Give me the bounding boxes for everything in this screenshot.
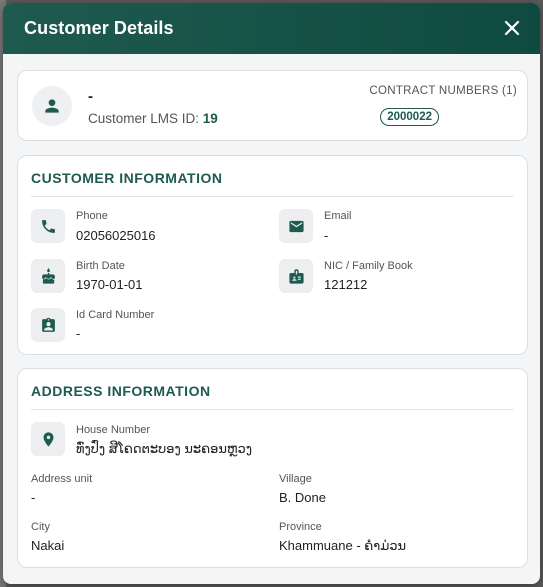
birth-date-icon-box bbox=[31, 259, 65, 293]
phone-value: 02056025016 bbox=[76, 228, 156, 243]
customer-name: - bbox=[88, 88, 93, 105]
address-information-card: ADDRESS INFORMATION House Number ທົ່ງປົ່… bbox=[17, 368, 528, 568]
village-label: Village bbox=[279, 473, 312, 485]
house-number-value: ທົ່ງປົ່ງ ສີໂຄດຕະບອງ ນະຄອນຫຼວງ bbox=[76, 441, 253, 456]
city-label: City bbox=[31, 521, 50, 533]
house-number-icon-box bbox=[31, 422, 65, 456]
birth-date-label: Birth Date bbox=[76, 260, 125, 272]
id-card-value: - bbox=[76, 326, 81, 341]
lms-id-value: 19 bbox=[202, 111, 218, 126]
city-value: Nakai bbox=[31, 538, 65, 553]
contract-number-badge[interactable]: 2000022 bbox=[380, 108, 439, 126]
address-unit-label: Address unit bbox=[31, 473, 93, 485]
address-information-heading: ADDRESS INFORMATION bbox=[31, 383, 514, 410]
close-button[interactable] bbox=[500, 17, 524, 41]
nic-label: NIC / Family Book bbox=[324, 260, 413, 272]
birth-date-value: 1970-01-01 bbox=[76, 277, 143, 292]
email-value: - bbox=[324, 228, 329, 243]
lms-label: Customer LMS ID: bbox=[88, 111, 203, 126]
dialog-header: Customer Details bbox=[3, 3, 540, 54]
location-pin-icon bbox=[43, 431, 53, 447]
village-value: B. Done bbox=[279, 490, 326, 505]
customer-information-heading: CUSTOMER INFORMATION bbox=[31, 170, 514, 197]
email-label: Email bbox=[324, 210, 352, 222]
avatar bbox=[32, 86, 72, 126]
id-card-icon-box bbox=[31, 308, 65, 342]
dialog-title: Customer Details bbox=[24, 18, 174, 38]
province-label: Province bbox=[279, 521, 322, 533]
province-value: Khammuane - ຄຳມ່ວນ bbox=[279, 538, 407, 553]
person-icon bbox=[45, 99, 59, 113]
customer-details-dialog: Customer Details - Customer LMS ID: 19 C… bbox=[3, 3, 540, 584]
phone-icon-box bbox=[31, 209, 65, 243]
id-badge-icon bbox=[288, 268, 304, 284]
email-icon bbox=[288, 220, 304, 232]
id-card-label: Id Card Number bbox=[76, 309, 155, 321]
contact-card-icon bbox=[41, 317, 55, 332]
nic-icon-box bbox=[279, 259, 313, 293]
contract-numbers-title: CONTRACT NUMBERS (1) bbox=[369, 85, 517, 97]
address-unit-value: - bbox=[31, 490, 36, 505]
phone-icon bbox=[41, 219, 55, 233]
close-icon bbox=[504, 20, 520, 35]
phone-label: Phone bbox=[76, 210, 108, 222]
customer-lms-id: Customer LMS ID: 19 bbox=[88, 111, 218, 126]
customer-summary-card: - Customer LMS ID: 19 CONTRACT NUMBERS (… bbox=[17, 70, 528, 141]
cake-icon bbox=[41, 267, 55, 284]
customer-information-card: CUSTOMER INFORMATION Phone 02056025016 E… bbox=[17, 155, 528, 355]
house-number-label: House Number bbox=[76, 424, 150, 436]
nic-value: 121212 bbox=[324, 277, 368, 292]
email-icon-box bbox=[279, 209, 313, 243]
